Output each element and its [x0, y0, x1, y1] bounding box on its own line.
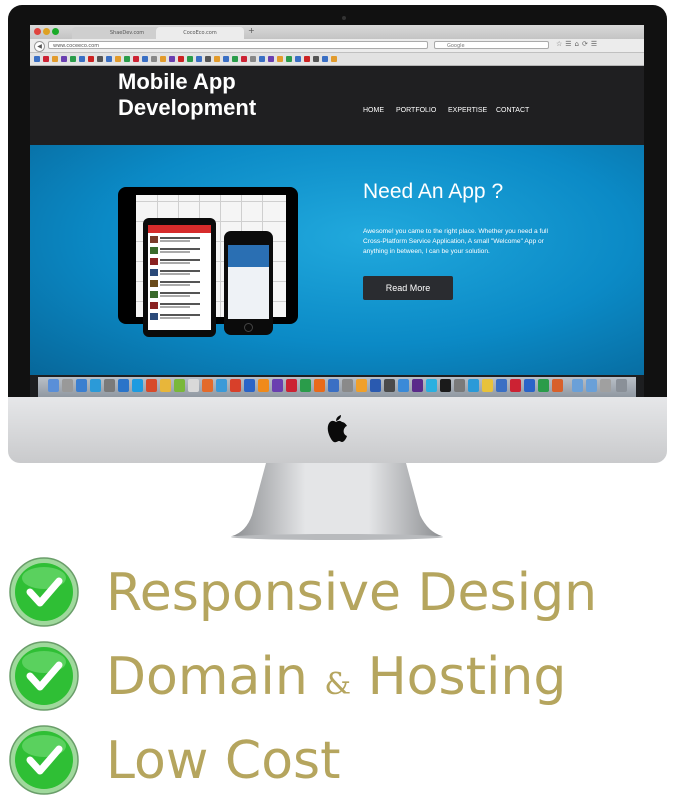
- feature-domain-hosting: Domain & Hosting: [106, 647, 566, 715]
- feature-domain-text: Domain: [106, 647, 308, 707]
- feature-low-cost: Low Cost: [106, 731, 341, 791]
- ampersand: &: [324, 667, 352, 702]
- check-circle-icon: [9, 557, 79, 627]
- feature-hosting-text: Hosting: [367, 647, 567, 707]
- feature-responsive-design: Responsive Design: [106, 563, 598, 623]
- check-circle-icon: [9, 725, 79, 795]
- check-circle-icon: [9, 641, 79, 711]
- imac-stand: [231, 463, 443, 540]
